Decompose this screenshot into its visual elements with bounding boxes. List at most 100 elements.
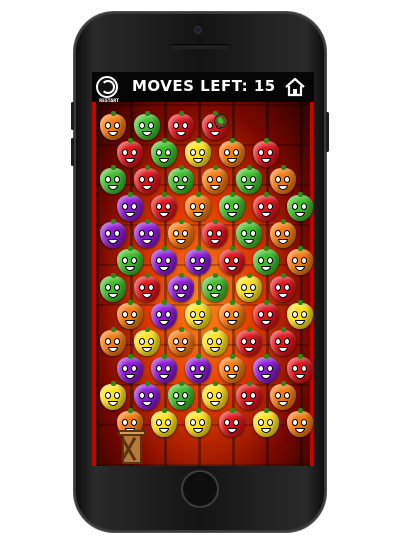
- pepper-eye: [267, 311, 273, 318]
- pepper-eye: [139, 122, 145, 129]
- game-screen: RESTART MOVES LEFT: 15: [92, 72, 314, 466]
- pepper-mouth: [176, 185, 186, 190]
- pepper-mouth: [210, 185, 220, 190]
- pepper-eye: [267, 365, 273, 372]
- pepper-mouth: [125, 266, 135, 271]
- pepper-eye: [241, 284, 247, 291]
- pepper-eye: [258, 365, 264, 372]
- pepper-mouth: [108, 131, 118, 136]
- aim-indicator: [214, 114, 228, 128]
- pepper-eye: [250, 338, 256, 345]
- pepper-eye: [148, 338, 154, 345]
- pepper-eye: [190, 419, 196, 426]
- pepper-eye: [139, 338, 145, 345]
- pepper-mouth: [193, 266, 203, 271]
- pepper-eye: [114, 338, 120, 345]
- pepper-mouth: [159, 428, 169, 433]
- pepper-launcher[interactable]: [118, 428, 146, 464]
- pepper-eye: [241, 338, 247, 345]
- pepper-eye: [182, 284, 188, 291]
- pepper-mouth: [108, 293, 118, 298]
- pepper-mouth: [108, 401, 118, 406]
- pepper-eye: [182, 122, 188, 129]
- pepper-eye: [139, 176, 145, 183]
- pepper-eye: [258, 311, 264, 318]
- pepper-mouth: [193, 158, 203, 163]
- pepper-eye: [207, 338, 213, 345]
- pepper-eye: [267, 257, 273, 264]
- pepper-eye: [156, 149, 162, 156]
- pepper-eye: [122, 203, 128, 210]
- pepper-eye: [139, 230, 145, 237]
- pepper-eye: [139, 392, 145, 399]
- pepper-eye: [216, 338, 222, 345]
- pepper-eye: [258, 257, 264, 264]
- pepper-mouth: [244, 239, 254, 244]
- pepper-eye: [207, 122, 213, 129]
- pepper-eye: [156, 203, 162, 210]
- pepper-mouth: [244, 347, 254, 352]
- phone-home-button[interactable]: [181, 470, 219, 508]
- pepper-eye: [156, 257, 162, 264]
- pepper-mouth: [227, 158, 237, 163]
- pepper-mouth: [159, 320, 169, 325]
- pepper-eye: [233, 203, 239, 210]
- pepper-eye: [199, 311, 205, 318]
- pepper-mouth: [295, 320, 305, 325]
- pepper-mouth: [244, 185, 254, 190]
- pepper-mouth: [210, 401, 220, 406]
- restart-button[interactable]: RESTART: [96, 76, 119, 103]
- pepper-eye: [199, 419, 205, 426]
- pepper-eye: [165, 257, 171, 264]
- pepper-eye: [284, 338, 290, 345]
- pepper-eye: [122, 365, 128, 372]
- pepper-mouth: [176, 131, 186, 136]
- pepper-eye: [131, 419, 137, 426]
- pepper-mouth: [210, 347, 220, 352]
- pepper-eye: [250, 230, 256, 237]
- home-icon[interactable]: [284, 76, 306, 98]
- pepper-mouth: [125, 212, 135, 217]
- pepper-mouth: [295, 266, 305, 271]
- pepper-eye: [233, 257, 239, 264]
- pepper-eye: [165, 311, 171, 318]
- pepper-mouth: [261, 428, 271, 433]
- pepper-eye: [190, 149, 196, 156]
- launcher-rim: [118, 430, 146, 436]
- volume-button: [71, 102, 74, 130]
- pepper-eye: [301, 203, 307, 210]
- pepper-mouth: [261, 374, 271, 379]
- pepper-eye: [267, 149, 273, 156]
- pepper-eye: [216, 230, 222, 237]
- pepper-eye: [182, 392, 188, 399]
- pepper-eye: [199, 365, 205, 372]
- pepper-mouth: [142, 131, 152, 136]
- pepper-eye: [284, 230, 290, 237]
- pepper-eye: [182, 230, 188, 237]
- pepper-eye: [207, 284, 213, 291]
- pepper-eye: [139, 284, 145, 291]
- pepper-eye: [224, 257, 230, 264]
- pepper-eye: [105, 230, 111, 237]
- pepper-mouth: [108, 185, 118, 190]
- pepper-eye: [173, 122, 179, 129]
- moves-left-label: MOVES LEFT: 15: [132, 77, 276, 95]
- restart-icon: [101, 80, 115, 94]
- pepper-eye: [199, 257, 205, 264]
- pepper-eye: [114, 230, 120, 237]
- pepper-mouth: [193, 212, 203, 217]
- pepper-eye: [131, 365, 137, 372]
- pepper-eye: [190, 365, 196, 372]
- pepper-eye: [105, 392, 111, 399]
- pepper-mouth: [176, 293, 186, 298]
- pepper-mouth: [210, 293, 220, 298]
- pepper-mouth: [278, 401, 288, 406]
- pepper-mouth: [261, 158, 271, 163]
- pepper-eye: [250, 284, 256, 291]
- pepper-mouth: [176, 401, 186, 406]
- game-board[interactable]: [96, 102, 313, 466]
- pepper-eye: [224, 203, 230, 210]
- pepper-mouth: [142, 239, 152, 244]
- pepper-eye: [173, 338, 179, 345]
- pepper-mouth: [227, 212, 237, 217]
